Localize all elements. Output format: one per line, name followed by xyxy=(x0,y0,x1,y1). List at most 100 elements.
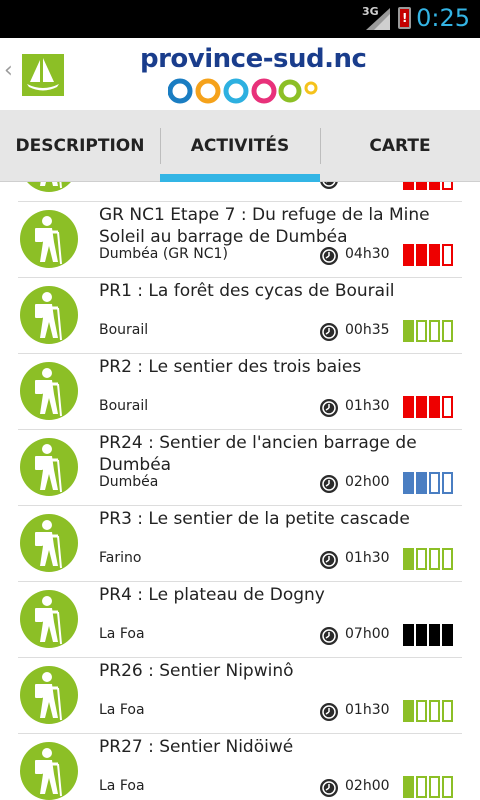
difficulty-segment xyxy=(403,472,414,494)
difficulty-indicator xyxy=(403,624,453,646)
difficulty-segment xyxy=(403,776,414,798)
brand-logo: province-sud.nc xyxy=(140,44,367,106)
activity-title: PR1 : La forêt des cycas de Bourail xyxy=(99,281,395,301)
clock-icon xyxy=(319,322,339,342)
clock-icon xyxy=(319,474,339,494)
difficulty-segment xyxy=(429,320,440,342)
activity-title: PR27 : Sentier Nidöiwé xyxy=(99,737,294,757)
difficulty-segment xyxy=(429,548,440,570)
list-item[interactable]: Tale (Le Parc Provincial de la07h00 xyxy=(18,182,462,202)
difficulty-segment xyxy=(442,244,453,266)
tab-label: CARTE xyxy=(369,136,431,156)
hiker-icon xyxy=(20,362,78,420)
list-item[interactable]: PR27 : Sentier Nidöiwé La Foa 02h00 xyxy=(18,734,462,800)
difficulty-segment xyxy=(429,776,440,798)
action-bar: ‹ province-sud.nc xyxy=(0,38,480,110)
list-item[interactable]: PR24 : Sentier de l'ancien barrage de Du… xyxy=(18,430,462,506)
clock-icon xyxy=(319,626,339,646)
difficulty-segment xyxy=(416,776,427,798)
difficulty-segment xyxy=(416,244,427,266)
activity-title: PR26 : Sentier Nipwinô xyxy=(99,661,294,681)
activity-duration: 07h00 xyxy=(345,182,390,186)
province-sud-app-logo[interactable] xyxy=(22,54,64,96)
difficulty-segment xyxy=(416,320,427,342)
activity-title: PR2 : Le sentier des trois baies xyxy=(99,357,362,377)
tab-label: ACTIVITÉS xyxy=(190,136,290,156)
sailboat-icon xyxy=(27,58,59,91)
list-item[interactable]: PR4 : Le plateau de Dogny La Foa 07h00 xyxy=(18,582,462,658)
clock-icon xyxy=(319,182,339,190)
battery-alert-icon: ! xyxy=(398,7,411,29)
activity-duration: 00h35 xyxy=(345,322,390,338)
clock-icon xyxy=(319,702,339,722)
hiker-icon xyxy=(20,590,78,648)
hiker-icon xyxy=(20,742,78,800)
difficulty-segment xyxy=(429,182,440,190)
difficulty-indicator xyxy=(403,776,453,798)
list-item[interactable]: PR1 : La forêt des cycas de Bourail Boura… xyxy=(18,278,462,354)
list-item[interactable]: GR NC1 Etape 7 : Du refuge de la Mine So… xyxy=(18,202,462,278)
tab-label: DESCRIPTION xyxy=(15,136,145,156)
tab-description[interactable]: DESCRIPTION xyxy=(0,110,160,182)
difficulty-indicator xyxy=(403,700,453,722)
difficulty-segment xyxy=(442,182,453,190)
difficulty-segment xyxy=(442,624,453,646)
tab-bar: DESCRIPTION ACTIVITÉS CARTE xyxy=(0,110,480,182)
tab-selected-indicator xyxy=(160,174,320,182)
activity-title: PR3 : Le sentier de la petite cascade xyxy=(99,509,410,529)
difficulty-segment xyxy=(429,396,440,418)
difficulty-segment xyxy=(416,472,427,494)
activity-location: La Foa xyxy=(99,778,145,794)
clock-icon xyxy=(319,778,339,798)
activity-title: GR NC1 Etape 7 : Du refuge de la Mine So… xyxy=(99,205,430,247)
difficulty-indicator xyxy=(403,244,453,266)
difficulty-segment xyxy=(403,700,414,722)
hiker-icon xyxy=(20,514,78,572)
activity-list[interactable]: Tale (Le Parc Provincial de la07h00 GR NC… xyxy=(0,182,480,800)
chevron-left-icon[interactable]: ‹ xyxy=(4,58,13,83)
activity-duration: 01h30 xyxy=(345,398,390,414)
difficulty-segment xyxy=(416,182,427,190)
difficulty-indicator xyxy=(403,182,453,190)
difficulty-segment xyxy=(403,548,414,570)
difficulty-segment xyxy=(442,548,453,570)
difficulty-segment xyxy=(429,244,440,266)
difficulty-segment xyxy=(442,396,453,418)
difficulty-segment xyxy=(416,548,427,570)
difficulty-indicator xyxy=(403,548,453,570)
hiker-icon xyxy=(20,182,78,192)
difficulty-segment xyxy=(403,624,414,646)
clock-icon xyxy=(319,550,339,570)
activity-location: Dumbéa (GR NC1) xyxy=(99,246,228,262)
list-item[interactable]: PR2 : Le sentier des trois baies Bourail 0… xyxy=(18,354,462,430)
difficulty-segment xyxy=(442,472,453,494)
difficulty-segment xyxy=(442,320,453,342)
difficulty-segment xyxy=(416,396,427,418)
brand-suffix: .nc xyxy=(324,44,367,74)
activity-duration: 02h00 xyxy=(345,778,390,794)
difficulty-segment xyxy=(442,700,453,722)
hiker-icon xyxy=(20,438,78,496)
activity-title: PR4 : Le plateau de Dogny xyxy=(99,585,325,605)
activity-location: Bourail xyxy=(99,322,149,338)
difficulty-segment xyxy=(429,472,440,494)
list-item[interactable]: PR26 : Sentier Nipwinô La Foa 01h30 xyxy=(18,658,462,734)
difficulty-segment xyxy=(403,396,414,418)
signal-icon xyxy=(366,8,390,30)
activity-location: Bourail xyxy=(99,398,149,414)
clock-icon xyxy=(319,246,339,266)
tab-carte[interactable]: CARTE xyxy=(320,110,480,182)
activity-location: La Foa xyxy=(99,626,145,642)
activity-location: La Foa xyxy=(99,702,145,718)
difficulty-segment xyxy=(416,700,427,722)
clock-icon xyxy=(319,398,339,418)
activity-location: Dumbéa xyxy=(99,474,159,490)
activity-duration: 01h30 xyxy=(345,550,390,566)
difficulty-segment xyxy=(403,320,414,342)
list-item[interactable]: PR3 : Le sentier de la petite cascade Far… xyxy=(18,506,462,582)
brand-text: province-sud xyxy=(140,44,325,74)
status-clock: 0:25 xyxy=(416,4,470,32)
difficulty-indicator xyxy=(403,320,453,342)
activity-title: PR24 : Sentier de l'ancien barrage de Du… xyxy=(99,433,417,475)
tab-activites[interactable]: ACTIVITÉS xyxy=(160,110,320,182)
